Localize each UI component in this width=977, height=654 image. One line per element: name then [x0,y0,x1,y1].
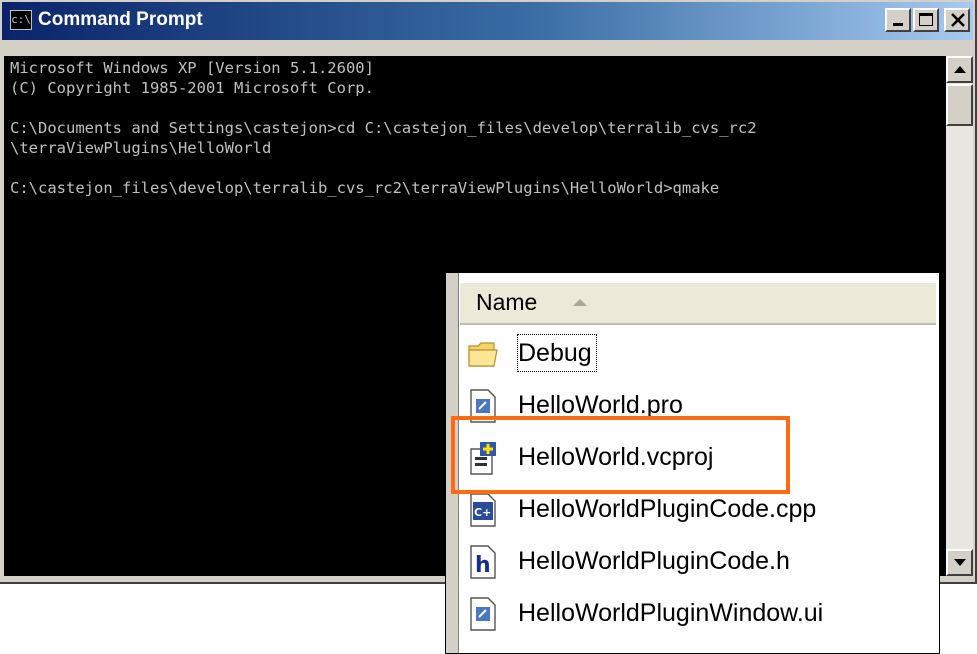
column-header-label: Name [476,289,538,315]
file-name: HelloWorldPluginCode.cpp [518,495,817,523]
maximize-button[interactable] [913,8,939,32]
ui-file-icon [470,597,496,631]
folder-icon [468,342,498,367]
vertical-scrollbar[interactable] [946,56,973,576]
arrow-up-icon [954,66,966,73]
file-name: HelloWorld.vcproj [518,443,714,471]
panel-gutter [446,273,459,653]
close-icon [951,13,965,27]
arrow-down-icon [954,559,966,566]
file-name: HelloWorld.pro [518,391,683,419]
console-line: C:\Documents and Settings\castejon>cd C:… [10,119,757,137]
console-line: C:\castejon_files\develop\terralib_cvs_r… [10,179,720,197]
file-name: HelloWorldPluginCode.h [518,547,790,575]
text-file-icon [470,389,496,423]
column-header-name[interactable]: Name [460,283,936,325]
scroll-down-button[interactable] [946,549,973,576]
console-icon[interactable]: c:\ [10,10,32,30]
console-text: Microsoft Windows XP [Version 5.1.2600] … [4,56,946,198]
console-line: Microsoft Windows XP [Version 5.1.2600] [10,59,374,77]
cpp-file-icon: C+ [470,493,496,527]
maximize-icon [919,13,933,26]
sort-ascending-icon [573,299,587,306]
file-list-panel: Name Debug HelloWorld.pro HelloWorld.vcp… [445,272,940,654]
minimize-icon [893,23,903,26]
file-name: HelloWorldPluginWindow.ui [518,599,824,627]
window-title: Command Prompt [38,9,203,30]
minimize-button[interactable] [885,8,911,32]
title-bar[interactable]: c:\ Command Prompt [2,2,973,40]
console-line: \terraViewPlugins\HelloWorld [10,139,272,157]
console-line: (C) Copyright 1985-2001 Microsoft Corp. [10,79,374,97]
close-button[interactable] [944,8,970,32]
svg-text:C+: C+ [474,506,491,519]
h-file-icon: h [470,545,496,579]
vcproj-file-icon [470,442,496,475]
scroll-up-button[interactable] [946,56,973,83]
scrollbar-thumb[interactable] [946,84,973,126]
file-name: Debug [517,334,597,372]
svg-text:h: h [475,553,491,578]
